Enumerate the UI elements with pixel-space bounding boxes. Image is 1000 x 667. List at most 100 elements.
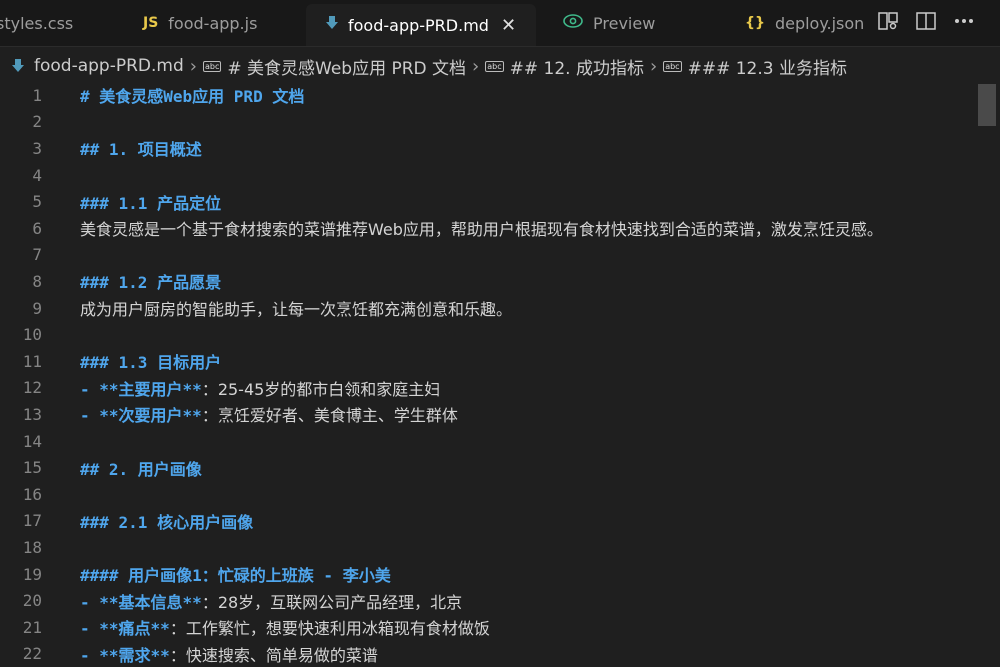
code-line[interactable]: 17 ### 2.1 核心用户画像 — [0, 508, 976, 535]
code-token: #### 用户画像1：忙碌的上班族 - 李小美 — [80, 566, 391, 586]
split-editor-icon[interactable] — [915, 10, 937, 32]
code-token: ：28岁，互联网公司产品经理，北京 — [201, 592, 463, 612]
line-content: ### 1.1 产品定位 — [80, 190, 221, 214]
code-line[interactable]: 6 美食灵感是一个基于食材搜索的菜谱推荐Web应用，帮助用户根据现有食材快速找到合… — [0, 215, 976, 242]
line-number: 10 — [22, 325, 42, 345]
line-number: 17 — [22, 511, 42, 531]
line-number: 8 — [32, 271, 42, 291]
string-symbol-icon: abc — [202, 60, 222, 72]
breadcrumb-item[interactable]: abc ### 12.3 业务指标 — [663, 54, 847, 79]
tab-label: food-app-PRD.md — [348, 15, 489, 35]
tab-label: Preview — [593, 13, 656, 33]
code-line[interactable]: 8 ### 1.2 产品愿景 — [0, 268, 976, 295]
line-content: 成为用户厨房的智能助手，让每一次烹饪都充满创意和乐趣。 — [80, 296, 512, 320]
breadcrumb-item[interactable]: abc # 美食灵感Web应用 PRD 文档 — [202, 54, 466, 79]
code-token: ### 2.1 核心用户画像 — [80, 512, 254, 532]
line-number: 19 — [22, 564, 42, 584]
code-token: ：25-45岁的都市白领和家庭主妇 — [201, 379, 441, 399]
breadcrumb-item-label: ### 12.3 业务指标 — [687, 58, 847, 79]
string-symbol-icon: abc — [485, 60, 504, 72]
markdown-file-icon — [326, 16, 338, 34]
json-file-icon: {} — [745, 15, 765, 31]
js-file-icon: JS — [143, 15, 159, 31]
code-line[interactable]: 20 - **基本信息**：28岁，互联网公司产品经理，北京 — [0, 587, 976, 614]
line-number: 6 — [32, 218, 42, 238]
chevron-right-icon: › — [649, 55, 658, 77]
code-token: ### 1.2 产品愿景 — [80, 273, 222, 293]
more-actions-icon[interactable] — [953, 10, 975, 32]
vertical-scrollbar[interactable] — [976, 82, 1000, 667]
code-token: 成为用户厨房的智能助手，让每一次烹饪都充满创意和乐趣。 — [80, 300, 513, 320]
code-line[interactable]: 5 ### 1.1 产品定位 — [0, 188, 976, 215]
code-line[interactable]: 19 #### 用户画像1：忙碌的上班族 - 李小美 — [0, 561, 976, 588]
code-token: - **主要用户** — [80, 379, 202, 399]
line-number: 3 — [32, 138, 42, 158]
code-token: ## 2. 用户画像 — [80, 459, 202, 479]
line-content: - **主要用户**：25-45岁的都市白领和家庭主妇 — [80, 376, 440, 400]
code-line[interactable]: 12 - **主要用户**：25-45岁的都市白领和家庭主妇 — [0, 375, 976, 402]
code-line[interactable]: 18 — [0, 534, 976, 561]
code-token: ：工作繁忙，想要快速利用冰箱现有食材做饭 — [169, 619, 490, 639]
code-token: ### 1.3 目标用户 — [80, 353, 222, 373]
code-line[interactable]: 3 ## 1. 项目概述 — [0, 135, 976, 162]
breadcrumb: food-app-PRD.md › abc # 美食灵感Web应用 PRD 文档… — [0, 47, 1000, 85]
code-token: - **痛点** — [80, 619, 170, 639]
code-token: - **次要用户** — [80, 406, 202, 426]
close-icon[interactable]: ✕ — [501, 15, 516, 36]
code-token: ：快速搜索、简单易做的菜谱 — [169, 645, 378, 665]
code-line[interactable]: 14 — [0, 428, 976, 455]
code-line[interactable]: 2 — [0, 109, 976, 136]
tab-food-app-prd-md[interactable]: food-app-PRD.md ✕ — [306, 4, 536, 46]
code-line[interactable]: 22 - **需求**：快速搜索、简单易做的菜谱 — [0, 641, 976, 667]
line-content: - **痛点**：工作繁忙，想要快速利用冰箱现有食材做饭 — [80, 615, 490, 639]
line-number: 21 — [22, 617, 42, 637]
code-line[interactable]: 15 ## 2. 用户画像 — [0, 454, 976, 481]
line-content: 美食灵感是一个基于食材搜索的菜谱推荐Web应用，帮助用户根据现有食材快速找到合适… — [80, 216, 883, 240]
line-number: 1 — [32, 85, 42, 105]
breadcrumb-item-label: ## 12. 成功指标 — [509, 58, 644, 79]
code-token: 美食灵感是一个基于食材搜索的菜谱推荐Web应用，帮助用户根据现有食材快速找到合适… — [80, 220, 883, 240]
tab-preview[interactable]: Preview — [563, 0, 655, 46]
line-number: 20 — [22, 591, 42, 611]
line-number: 5 — [32, 192, 42, 212]
code-line[interactable]: 9 成为用户厨房的智能助手，让每一次烹饪都充满创意和乐趣。 — [0, 295, 976, 322]
breadcrumb-file[interactable]: food-app-PRD.md — [12, 56, 184, 76]
tab-styles-css[interactable]: styles.css — [0, 0, 73, 46]
string-symbol-icon: abc — [663, 60, 682, 72]
line-content: - **基本信息**：28岁，互联网公司产品经理，北京 — [80, 589, 462, 613]
code-token: - **需求** — [80, 645, 170, 665]
line-number: 7 — [32, 245, 42, 265]
line-number: 12 — [22, 378, 42, 398]
code-line[interactable]: 16 — [0, 481, 976, 508]
breadcrumb-file-label: food-app-PRD.md — [34, 56, 184, 76]
editor-text-area[interactable]: 1 # 美食灵感Web应用 PRD 文档 2 3 ## 1. 项目概述 4 5 ### 1.1… — [0, 82, 976, 667]
line-number: 4 — [32, 165, 42, 185]
open-changes-icon[interactable] — [877, 10, 899, 32]
code-line[interactable]: 10 — [0, 321, 976, 348]
line-number: 9 — [32, 298, 42, 318]
line-number: 18 — [22, 537, 42, 557]
tab-food-app-js[interactable]: JS food-app.js — [143, 0, 257, 46]
code-line[interactable]: 7 — [0, 242, 976, 269]
line-content: ## 1. 项目概述 — [80, 136, 202, 160]
code-token: - **基本信息** — [80, 592, 202, 612]
eye-icon — [563, 14, 583, 32]
line-content: ## 2. 用户画像 — [80, 456, 202, 480]
breadcrumb-item[interactable]: abc ## 12. 成功指标 — [485, 54, 644, 79]
line-content: ### 1.2 产品愿景 — [80, 269, 221, 293]
code-line[interactable]: 21 - **痛点**：工作繁忙，想要快速利用冰箱现有食材做饭 — [0, 614, 976, 641]
chevron-right-icon: › — [189, 55, 197, 77]
code-line[interactable]: 1 # 美食灵感Web应用 PRD 文档 — [0, 82, 976, 109]
code-line[interactable]: 11 ### 1.3 目标用户 — [0, 348, 976, 375]
line-content: - **需求**：快速搜索、简单易做的菜谱 — [80, 642, 378, 666]
line-content: # 美食灵感Web应用 PRD 文档 — [80, 83, 304, 107]
code-line[interactable]: 13 - **次要用户**：烹饪爱好者、美食博主、学生群体 — [0, 401, 976, 428]
line-number: 2 — [32, 112, 42, 132]
line-content: ### 1.3 目标用户 — [80, 349, 221, 373]
line-number: 16 — [22, 484, 42, 504]
scrollbar-thumb[interactable] — [978, 84, 996, 126]
code-token: ：烹饪爱好者、美食博主、学生群体 — [201, 406, 458, 426]
tab-deploy-json[interactable]: {} deploy.json — [745, 0, 864, 46]
code-token: # 美食灵感Web应用 PRD 文档 — [80, 87, 305, 107]
code-line[interactable]: 4 — [0, 162, 976, 189]
